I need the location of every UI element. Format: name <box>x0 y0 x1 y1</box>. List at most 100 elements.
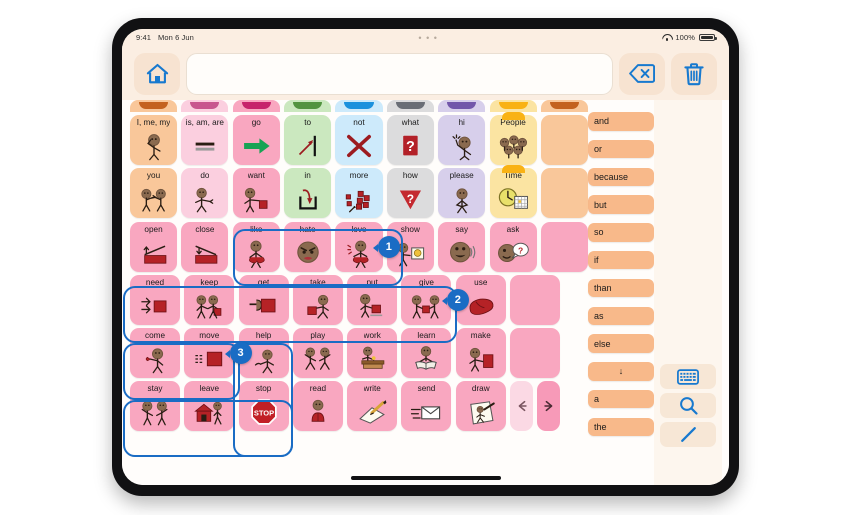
grid-row: you do want in more how? please Time <box>129 164 588 219</box>
symbol-cell-take[interactable]: take <box>292 274 343 325</box>
backspace-button[interactable] <box>619 52 665 95</box>
ipad-device-frame: 9:41 Mon 6 Jun • • • 100% I, me, my is, … <box>112 18 739 496</box>
symbol-cell-is-am-are[interactable]: is, am, are <box>181 115 229 166</box>
symbol-cell-need[interactable]: need <box>130 274 180 325</box>
connector-chip-the[interactable]: the <box>588 417 654 437</box>
symbol-cell-say[interactable]: say <box>438 221 486 272</box>
category-tab-negation[interactable] <box>335 100 383 112</box>
grid-row: I, me, my is, am, are go to not what? hi People <box>129 111 588 166</box>
symbol-cell-make[interactable]: make <box>455 327 506 378</box>
person-doing-icon <box>181 180 228 218</box>
clear-all-button[interactable] <box>671 52 717 95</box>
symbol-label: help <box>255 330 272 340</box>
status-bar-right: 100% <box>662 33 717 42</box>
connector-chip-if[interactable]: if <box>588 250 654 270</box>
symbol-cell-to[interactable]: to <box>284 115 332 166</box>
symbol-label: to <box>304 118 312 128</box>
symbol-cell-play[interactable]: play <box>292 327 343 378</box>
category-tab-verbs[interactable] <box>232 100 280 112</box>
connector-chip-because[interactable]: because <box>588 167 654 187</box>
symbol-cell-partial[interactable] <box>510 274 561 325</box>
symbol-cell-leave[interactable]: leave <box>184 381 235 432</box>
backspace-icon <box>629 64 655 83</box>
category-tab-prepositions[interactable] <box>284 100 332 112</box>
category-tab-questionwords[interactable] <box>386 100 434 112</box>
symbol-label: like <box>250 224 263 234</box>
message-input[interactable] <box>186 52 613 95</box>
symbol-cell-how[interactable]: how? <box>386 168 434 219</box>
symbol-cell-keep[interactable]: keep <box>184 274 235 325</box>
search-button[interactable] <box>660 393 716 418</box>
symbol-cell-read[interactable]: read <box>292 381 343 432</box>
symbol-label: you <box>146 171 161 181</box>
category-tab-time[interactable] <box>540 100 588 112</box>
symbol-cell-partial[interactable] <box>540 115 588 166</box>
search-icon <box>679 397 698 415</box>
symbol-cell-come[interactable]: come <box>130 327 180 378</box>
symbol-cell-in[interactable]: in <box>284 168 332 219</box>
connector-chip-arrow-down-icon[interactable]: ↓ <box>588 362 654 381</box>
symbol-cell-write[interactable]: write <box>347 381 398 432</box>
symbol-cell-open[interactable]: open <box>130 221 178 272</box>
symbol-cell-hate[interactable]: hate <box>284 221 332 272</box>
symbol-cell-time[interactable]: Time <box>489 164 537 219</box>
symbol-cell-people[interactable]: People <box>489 111 537 166</box>
symbol-cell-what[interactable]: what? <box>386 115 434 166</box>
symbol-cell-partial[interactable] <box>540 221 588 272</box>
connector-chip-as[interactable]: as <box>588 306 654 326</box>
prev-page-button[interactable] <box>510 381 534 432</box>
connector-chip-else[interactable]: else <box>588 334 654 353</box>
symbol-cell-stop[interactable]: stop STOP <box>238 381 289 432</box>
hand-writing-pencil-icon <box>347 393 397 431</box>
category-tab-pronouns[interactable] <box>130 100 178 112</box>
symbol-cell-more[interactable]: more <box>335 168 383 219</box>
symbol-label: not <box>353 118 365 128</box>
symbol-cell-do[interactable]: do <box>181 168 229 219</box>
arrow-left-icon <box>518 401 527 412</box>
symbol-cell-put[interactable]: put <box>347 274 398 325</box>
symbol-cell-show[interactable]: 1 show <box>372 221 434 272</box>
symbol-cell-help[interactable]: 3 help <box>224 327 289 378</box>
symbol-cell-you[interactable]: you <box>130 168 178 219</box>
symbol-cell-want[interactable]: want <box>232 168 280 219</box>
symbol-cell-use[interactable]: 2 use <box>441 274 506 325</box>
connector-chip-than[interactable]: than <box>588 278 654 298</box>
pencil-icon <box>680 427 696 442</box>
home-button[interactable] <box>134 52 180 95</box>
blank-icon <box>510 331 560 378</box>
symbol-label: get <box>257 277 270 287</box>
connector-chip-a[interactable]: a <box>588 389 654 409</box>
category-tab-questions[interactable] <box>181 100 229 112</box>
ipad-screen: 9:41 Mon 6 Jun • • • 100% I, me, my is, … <box>122 29 729 485</box>
symbol-cell-close[interactable]: close <box>181 221 229 272</box>
category-tab-social[interactable] <box>438 100 486 112</box>
person-pointing-self-icon <box>130 127 177 165</box>
connector-chip-so[interactable]: so <box>588 223 654 242</box>
symbol-cell-learn[interactable]: learn <box>401 327 452 378</box>
connector-chip-and[interactable]: and <box>588 112 654 131</box>
symbol-cell-work[interactable]: work <box>347 327 398 378</box>
symbol-cell-get[interactable]: get <box>238 274 289 325</box>
symbol-cell-not[interactable]: not <box>335 115 383 166</box>
symbol-cell-draw[interactable]: draw <box>455 381 506 432</box>
symbol-cell-like[interactable]: like <box>232 221 280 272</box>
category-tab-people[interactable] <box>489 100 537 112</box>
symbol-cell-ask[interactable]: ask? <box>489 221 537 272</box>
next-page-button[interactable] <box>537 381 561 432</box>
category-tab-strip <box>129 100 588 112</box>
symbol-cell-hi[interactable]: hi <box>438 115 486 166</box>
symbol-cell-send[interactable]: send <box>401 381 452 432</box>
connector-chip-or[interactable]: or <box>588 139 654 159</box>
symbol-cell-stay[interactable]: stay <box>130 381 180 432</box>
symbol-cell-go[interactable]: go <box>232 115 280 166</box>
symbol-cell-please[interactable]: please <box>438 168 486 219</box>
symbol-cell-partial[interactable] <box>510 327 561 378</box>
symbol-cell-partial[interactable] <box>540 168 588 219</box>
symbol-label: show <box>400 224 420 234</box>
connector-chip-but[interactable]: but <box>588 195 654 214</box>
symbol-cell-i-me-my[interactable]: I, me, my <box>130 115 178 166</box>
edit-button[interactable] <box>660 422 716 447</box>
keyboard-button[interactable] <box>660 364 716 389</box>
block-moving-icon <box>184 340 234 378</box>
home-icon <box>146 63 168 83</box>
